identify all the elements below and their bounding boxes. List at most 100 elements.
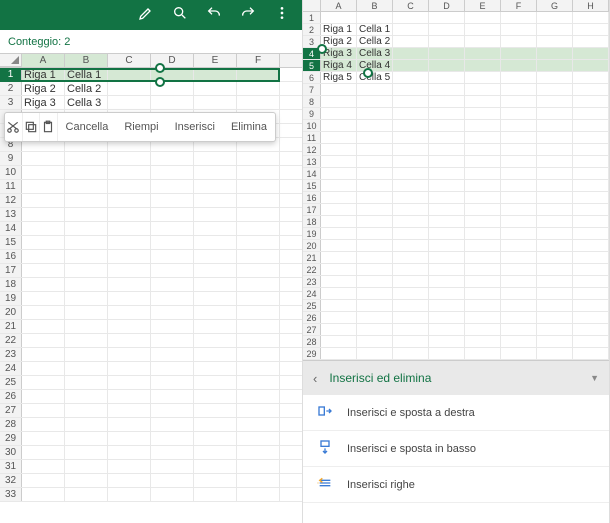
cell[interactable]	[108, 348, 151, 361]
cell[interactable]	[151, 68, 194, 81]
cell[interactable]	[501, 168, 537, 179]
cell[interactable]	[194, 208, 237, 221]
cell[interactable]	[429, 204, 465, 215]
cell[interactable]	[501, 276, 537, 287]
cell[interactable]	[194, 488, 237, 501]
cell[interactable]	[393, 276, 429, 287]
cell[interactable]	[393, 252, 429, 263]
cell[interactable]	[537, 204, 573, 215]
cell[interactable]	[393, 204, 429, 215]
cell[interactable]	[573, 216, 609, 227]
cell[interactable]	[501, 348, 537, 359]
cell[interactable]	[357, 204, 393, 215]
cell[interactable]	[194, 222, 237, 235]
cell[interactable]	[108, 278, 151, 291]
cell[interactable]	[393, 216, 429, 227]
cell[interactable]	[194, 460, 237, 473]
cell[interactable]	[429, 72, 465, 83]
cell[interactable]	[501, 144, 537, 155]
cell[interactable]	[151, 152, 194, 165]
insert-button[interactable]: Inserisci	[167, 113, 223, 141]
row-6[interactable]: 6Riga 5Cella 5	[303, 72, 609, 84]
left-grid[interactable]: ABCDEF1Riga 1Cella 12Riga 2Cella 23Riga …	[0, 54, 302, 502]
cell[interactable]	[501, 84, 537, 95]
row-11[interactable]: 11	[303, 132, 609, 144]
row-5[interactable]: 5Riga 4Cella 4	[303, 60, 609, 72]
cell[interactable]	[65, 418, 108, 431]
cell[interactable]	[537, 336, 573, 347]
cell[interactable]	[321, 300, 357, 311]
cell[interactable]	[501, 72, 537, 83]
cell[interactable]	[151, 82, 194, 95]
cell[interactable]	[151, 390, 194, 403]
cell[interactable]	[393, 324, 429, 335]
cell[interactable]	[501, 204, 537, 215]
cell[interactable]	[237, 348, 280, 361]
paste-icon[interactable]	[40, 113, 58, 141]
row-header-26[interactable]: 26	[0, 390, 22, 403]
row-header-13[interactable]: 13	[0, 208, 22, 221]
cell[interactable]	[501, 192, 537, 203]
cell[interactable]	[321, 252, 357, 263]
row-17[interactable]: 17	[0, 264, 302, 278]
cell[interactable]	[429, 312, 465, 323]
cell[interactable]	[65, 390, 108, 403]
row-19[interactable]: 19	[0, 292, 302, 306]
cell[interactable]	[537, 120, 573, 131]
cell[interactable]	[65, 278, 108, 291]
cell[interactable]	[465, 132, 501, 143]
cell[interactable]	[108, 320, 151, 333]
cell[interactable]	[501, 108, 537, 119]
row-header-5[interactable]: 5	[303, 60, 321, 71]
cell[interactable]	[237, 334, 280, 347]
cell[interactable]: Cella 1	[357, 24, 393, 35]
delete-button[interactable]: Elimina	[223, 113, 275, 141]
cell[interactable]	[194, 432, 237, 445]
row-header-15[interactable]: 15	[303, 180, 321, 191]
row-header-4[interactable]: 4	[303, 48, 321, 59]
row-1[interactable]: 1	[303, 12, 609, 24]
row-25[interactable]: 25	[0, 376, 302, 390]
more-icon[interactable]	[274, 5, 290, 26]
row-22[interactable]: 22	[303, 264, 609, 276]
undo-icon[interactable]	[206, 5, 222, 26]
cell[interactable]	[465, 120, 501, 131]
cell[interactable]	[151, 208, 194, 221]
row-3[interactable]: 3Riga 2Cella 2	[303, 36, 609, 48]
row-header-13[interactable]: 13	[303, 156, 321, 167]
cell[interactable]	[151, 236, 194, 249]
row-2[interactable]: 2Riga 1Cella 1	[303, 24, 609, 36]
cell[interactable]	[321, 288, 357, 299]
cell[interactable]	[357, 324, 393, 335]
cell[interactable]: Cella 3	[357, 48, 393, 59]
cell[interactable]: Riga 3	[22, 96, 65, 109]
row-15[interactable]: 15	[0, 236, 302, 250]
cell[interactable]	[465, 312, 501, 323]
cell[interactable]	[429, 252, 465, 263]
cell[interactable]	[22, 334, 65, 347]
cell[interactable]	[537, 132, 573, 143]
cell[interactable]	[393, 312, 429, 323]
cut-icon[interactable]	[5, 113, 23, 141]
cell[interactable]	[465, 108, 501, 119]
cell[interactable]	[108, 376, 151, 389]
cell[interactable]	[465, 300, 501, 311]
cell[interactable]	[108, 180, 151, 193]
cell[interactable]	[429, 96, 465, 107]
cell[interactable]	[393, 60, 429, 71]
cell[interactable]	[357, 300, 393, 311]
cell[interactable]	[65, 320, 108, 333]
cell[interactable]	[321, 192, 357, 203]
col-header-D[interactable]: D	[429, 0, 465, 11]
cell[interactable]	[429, 84, 465, 95]
cell[interactable]	[321, 264, 357, 275]
cell[interactable]	[151, 376, 194, 389]
cell[interactable]	[357, 156, 393, 167]
row-header-29[interactable]: 29	[0, 432, 22, 445]
cell[interactable]	[573, 144, 609, 155]
row-header-25[interactable]: 25	[303, 300, 321, 311]
row-header-9[interactable]: 9	[0, 152, 22, 165]
cell[interactable]	[151, 96, 194, 109]
cell[interactable]	[501, 96, 537, 107]
cell[interactable]	[573, 312, 609, 323]
